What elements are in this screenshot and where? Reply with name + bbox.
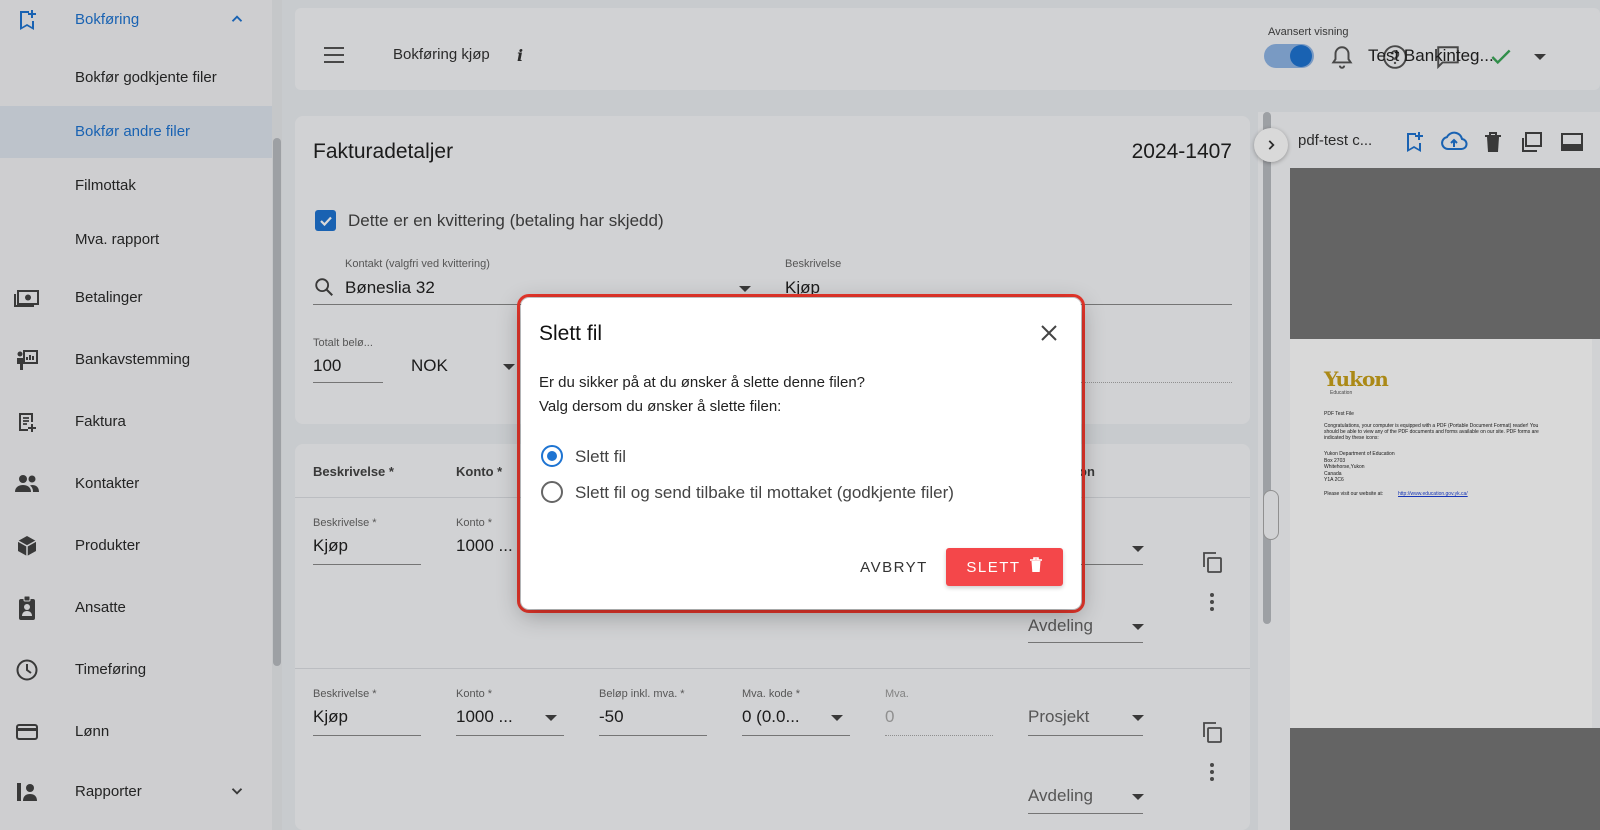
dialog-title: Slett fil: [539, 322, 603, 345]
delete-button-label: SLETT: [966, 558, 1021, 576]
radio-delete-file[interactable]: [541, 445, 563, 467]
radio-delete-and-return[interactable]: [541, 481, 563, 503]
radio-delete-file-label[interactable]: Slett fil: [575, 447, 626, 467]
cancel-button[interactable]: AVBRYT: [839, 548, 949, 586]
radio-delete-and-return-label[interactable]: Slett fil og send tilbake til mottaket (…: [575, 483, 954, 503]
dialog-question: Er du sikker på at du ønsker å slette de…: [539, 374, 866, 391]
delete-file-dialog: Slett fil Er du sikker på at du ønsker å…: [521, 298, 1081, 609]
delete-button[interactable]: SLETT: [946, 548, 1063, 586]
dialog-instruction: Valg dersom du ønsker å slette filen:: [539, 398, 782, 415]
close-icon[interactable]: [1038, 322, 1060, 344]
trash-icon: [1029, 557, 1043, 577]
